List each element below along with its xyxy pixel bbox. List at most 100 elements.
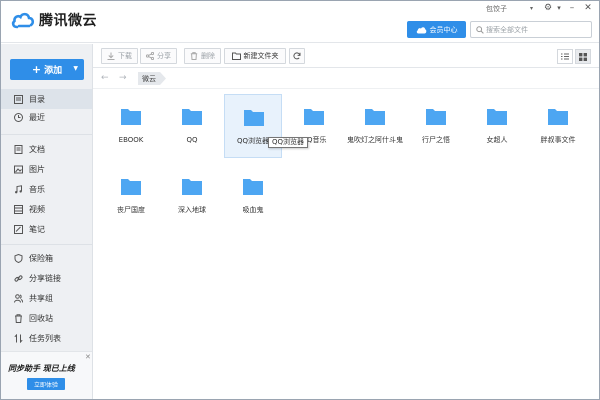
clock-icon (13, 112, 23, 122)
sidebar-item-safe[interactable]: 保险箱 (1, 248, 92, 268)
sidebar-item-label: 视频 (29, 204, 45, 214)
search-box[interactable] (470, 21, 592, 38)
folder-name: 胖叔事文件 (540, 136, 576, 144)
sidebar-item-directory[interactable]: 目录 (1, 89, 92, 109)
search-input[interactable] (486, 25, 586, 34)
new-folder-label: 新建文件夹 (243, 52, 279, 60)
transfer-icon (13, 333, 23, 343)
sidebar-item-share-links[interactable]: 分享链接 (1, 268, 92, 288)
folder-name: 丧尸国度 (117, 206, 145, 214)
minimize-button[interactable]: – (566, 2, 578, 14)
sidebar-divider (1, 134, 92, 135)
sidebar-item-shared-groups[interactable]: 共享组 (1, 288, 92, 308)
folder-item[interactable]: 丧尸国度 (102, 164, 160, 228)
cloud-icon (416, 26, 426, 33)
sidebar-item-label: 文档 (29, 144, 45, 154)
add-button-label: 添加 (44, 66, 63, 76)
grid-view-button[interactable] (575, 49, 591, 64)
app-title: 腾讯微云 (39, 13, 97, 29)
new-folder-icon (231, 52, 241, 60)
folder-item[interactable]: QQ音乐 (285, 94, 343, 158)
share-button[interactable]: 分享 (140, 48, 177, 64)
plus-icon: + (31, 63, 42, 76)
list-view-icon (561, 53, 569, 60)
sidebar-item-images[interactable]: 图片 (1, 159, 92, 179)
folder-icon (365, 109, 385, 125)
add-button[interactable]: + 添加 ▼ (10, 59, 84, 80)
link-icon (13, 273, 23, 283)
sidebar-item-label: 目录 (29, 94, 45, 104)
sidebar-item-label: 分享链接 (29, 273, 61, 283)
breadcrumb: ← → 微云 (93, 69, 599, 89)
folder-item[interactable]: QQ (163, 94, 221, 158)
back-arrow-icon[interactable]: ← (101, 73, 109, 83)
title-bar: 腾讯微云 包饺子 ▾ ⚙ ▾ – ✕ 会员中心 (1, 1, 599, 43)
app-logo: 腾讯微云 (11, 10, 97, 30)
sidebar-item-recent[interactable]: 最近 (1, 107, 92, 127)
list-view-button[interactable] (557, 49, 573, 64)
try-now-button[interactable]: 立即体验 (27, 378, 65, 390)
folder-icon (121, 109, 141, 125)
sidebar-item-documents[interactable]: 文档 (1, 139, 92, 159)
trash-icon (13, 313, 23, 323)
folder-item[interactable]: EBOOK (102, 94, 160, 158)
share-label: 分享 (157, 52, 171, 60)
trash-icon (190, 52, 198, 60)
directory-icon (13, 94, 23, 104)
search-icon (476, 25, 484, 34)
toolbar: 下载 分享 删除 新建文件夹 (93, 44, 599, 68)
folder-icon (243, 179, 263, 195)
sidebar-item-label: 回收站 (29, 313, 53, 323)
folder-name: 深入地球 (178, 206, 206, 214)
folder-name: 鬼吹灯之阿什斗鬼 (347, 136, 403, 144)
folder-icon (548, 109, 568, 125)
close-icon[interactable]: ✕ (85, 353, 91, 361)
document-icon (13, 144, 23, 154)
sidebar-divider (1, 244, 92, 245)
sidebar-item-music[interactable]: 音乐 (1, 179, 92, 199)
forward-arrow-icon[interactable]: → (119, 73, 127, 83)
sidebar-item-video[interactable]: 视频 (1, 199, 92, 219)
sidebar-item-recycle-bin[interactable]: 回收站 (1, 308, 92, 328)
folder-name: 女超人 (486, 136, 508, 144)
chevron-down-icon[interactable]: ▾ (530, 5, 533, 12)
folder-item[interactable]: QQ浏览器 (224, 94, 282, 158)
chevron-down-icon: ▼ (73, 65, 78, 72)
sidebar-item-tasks[interactable]: 任务列表 (1, 328, 92, 348)
file-grid: EBOOK QQ QQ浏览器 QQ音乐 鬼吹灯之阿什斗鬼 行尸之悟 女超人 胖叔… (93, 90, 599, 399)
vip-center-button[interactable]: 会员中心 (407, 21, 466, 38)
folder-item[interactable]: 鬼吹灯之阿什斗鬼 (346, 94, 404, 158)
refresh-icon (293, 52, 301, 60)
breadcrumb-arrow-icon (160, 72, 166, 85)
delete-button[interactable]: 删除 (184, 48, 221, 64)
folder-icon (244, 110, 264, 126)
folder-item[interactable]: 胖叔事文件 (529, 94, 587, 158)
app-window: 腾讯微云 包饺子 ▾ ⚙ ▾ – ✕ 会员中心 + 添加 ▼ (0, 0, 600, 400)
folder-item[interactable]: 行尸之悟 (407, 94, 465, 158)
promo-title: 同步助手 现已上线 (8, 364, 75, 373)
folder-item[interactable]: 深入地球 (163, 164, 221, 228)
folder-item[interactable]: 吸血鬼 (224, 164, 282, 228)
breadcrumb-root[interactable]: 微云 (138, 72, 160, 85)
sidebar-item-notes[interactable]: 笔记 (1, 219, 92, 239)
settings-chevron-icon[interactable]: ▾ (553, 2, 565, 14)
refresh-button[interactable] (289, 48, 305, 64)
folder-item[interactable]: 女超人 (468, 94, 526, 158)
download-label: 下载 (118, 52, 132, 60)
sidebar-item-label: 保险箱 (29, 253, 53, 263)
grid-view-icon (579, 52, 587, 61)
folder-icon (121, 179, 141, 195)
new-folder-button[interactable]: 新建文件夹 (224, 48, 286, 64)
music-icon (13, 184, 23, 194)
shield-icon (13, 253, 23, 263)
download-button[interactable]: 下载 (101, 48, 138, 64)
video-icon (13, 204, 23, 214)
folder-icon (426, 109, 446, 125)
close-button[interactable]: ✕ (582, 2, 594, 14)
user-name[interactable]: 包饺子 (486, 4, 507, 14)
share-icon (146, 52, 154, 60)
delete-label: 删除 (201, 52, 215, 60)
download-icon (107, 52, 115, 60)
sidebar-item-label: 音乐 (29, 184, 45, 194)
sidebar-item-label: 最近 (29, 112, 45, 122)
